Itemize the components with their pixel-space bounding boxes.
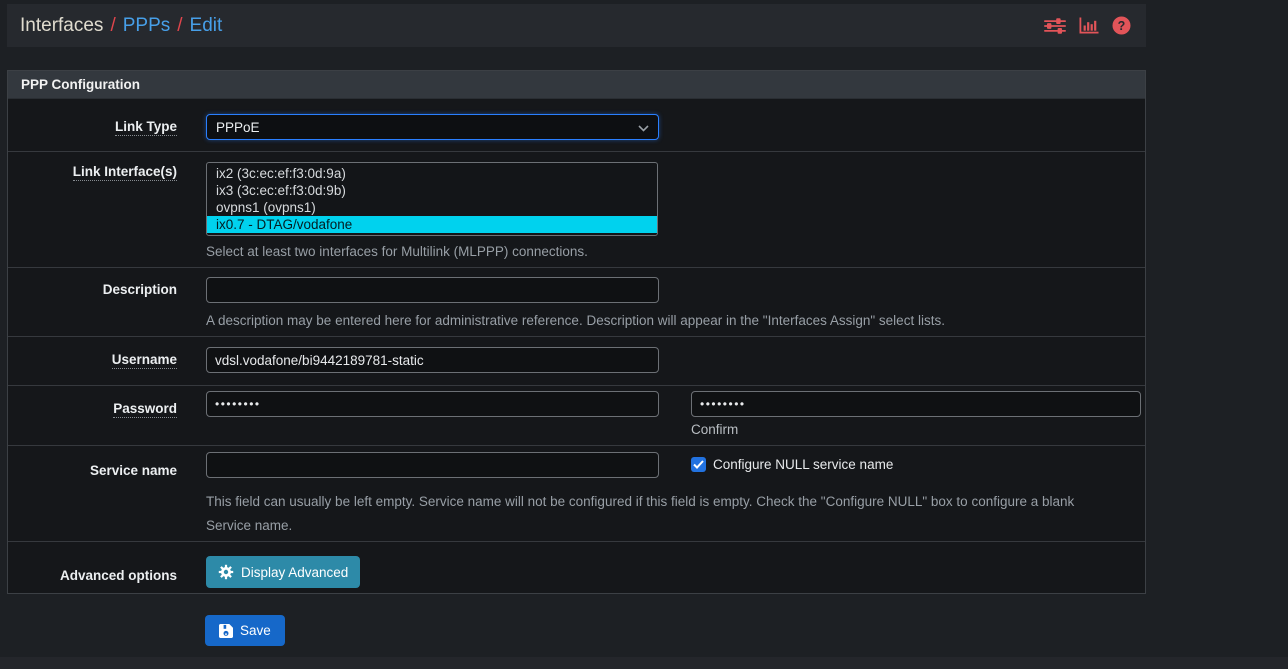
- service-name-input[interactable]: [206, 452, 659, 478]
- description-input[interactable]: [206, 277, 659, 303]
- description-row: Description A description may be entered…: [8, 267, 1145, 336]
- list-option[interactable]: ix3 (3c:ec:ef:f3:0d:9b): [207, 182, 657, 199]
- breadcrumb-link-edit[interactable]: Edit: [190, 15, 223, 37]
- link-type-select[interactable]: PPPoE: [206, 114, 659, 140]
- navbar-icons: ?: [1044, 16, 1131, 35]
- service-name-row: Service name Configure NULL service name: [8, 445, 1145, 541]
- floppy-icon: [219, 624, 233, 638]
- configure-null-checkbox-group[interactable]: Configure NULL service name: [691, 452, 893, 472]
- configure-null-checkbox[interactable]: [691, 457, 706, 472]
- save-label: Save: [240, 623, 271, 638]
- footer-bar: [0, 657, 1288, 669]
- description-label: Description: [8, 277, 177, 328]
- link-type-label: Link Type: [8, 114, 177, 140]
- navbar: Interfaces / PPPs / Edit: [7, 4, 1146, 47]
- panel-body: Link Type PPPoE Link Interface(s) ix2 (3…: [8, 99, 1145, 593]
- password-input[interactable]: [206, 391, 659, 417]
- link-interfaces-row: Link Interface(s) ix2 (3c:ec:ef:f3:0d:9a…: [8, 151, 1145, 267]
- configure-null-label: Configure NULL service name: [713, 457, 893, 472]
- list-option-selected[interactable]: ix0.7 - DTAG/vodafone: [207, 216, 657, 233]
- display-advanced-button[interactable]: Display Advanced: [206, 556, 360, 588]
- breadcrumb-link-ppps[interactable]: PPPs: [123, 15, 171, 37]
- list-option[interactable]: ovpns1 (ovpns1): [207, 199, 657, 216]
- ppp-configuration-panel: PPP Configuration Link Type PPPoE Link I…: [7, 70, 1146, 594]
- link-type-selected-value: PPPoE: [216, 120, 260, 135]
- svg-text:?: ?: [1118, 19, 1126, 33]
- breadcrumb-separator: /: [177, 15, 182, 37]
- service-name-help: This field can usually be left empty. Se…: [206, 490, 1106, 538]
- password-label: Password: [8, 391, 177, 437]
- chevron-down-icon: [638, 120, 649, 135]
- advanced-options-row: Advanced options: [8, 541, 1145, 593]
- username-input[interactable]: [206, 347, 659, 373]
- link-interfaces-help: Select at least two interfaces for Multi…: [206, 244, 1145, 259]
- save-button[interactable]: Save: [205, 615, 285, 646]
- link-type-row: Link Type PPPoE: [8, 99, 1145, 151]
- service-name-label: Service name: [8, 452, 177, 538]
- password-confirm-input[interactable]: [691, 391, 1141, 417]
- breadcrumb: Interfaces / PPPs / Edit: [20, 15, 222, 37]
- username-row: Username: [8, 336, 1145, 385]
- list-option[interactable]: ix2 (3c:ec:ef:f3:0d:9a): [207, 165, 657, 182]
- breadcrumb-separator: /: [110, 15, 115, 37]
- advanced-options-label: Advanced options: [8, 556, 177, 588]
- display-advanced-label: Display Advanced: [241, 565, 348, 580]
- breadcrumb-link-interfaces[interactable]: Interfaces: [20, 15, 103, 37]
- save-row: Save: [205, 615, 1146, 646]
- sliders-icon[interactable]: [1044, 18, 1066, 34]
- help-icon[interactable]: ?: [1112, 16, 1131, 35]
- password-row: Password Confirm: [8, 385, 1145, 445]
- link-interfaces-label: Link Interface(s): [8, 162, 177, 259]
- chart-bar-icon[interactable]: [1079, 17, 1099, 34]
- gear-icon: [218, 564, 234, 580]
- confirm-label: Confirm: [691, 422, 1141, 437]
- description-help: A description may be entered here for ad…: [206, 313, 1145, 328]
- page: Interfaces / PPPs / Edit: [7, 4, 1146, 646]
- panel-title: PPP Configuration: [8, 71, 1145, 99]
- check-icon: [693, 456, 704, 474]
- username-label: Username: [8, 347, 177, 373]
- link-interfaces-listbox[interactable]: ix2 (3c:ec:ef:f3:0d:9a) ix3 (3c:ec:ef:f3…: [206, 162, 658, 236]
